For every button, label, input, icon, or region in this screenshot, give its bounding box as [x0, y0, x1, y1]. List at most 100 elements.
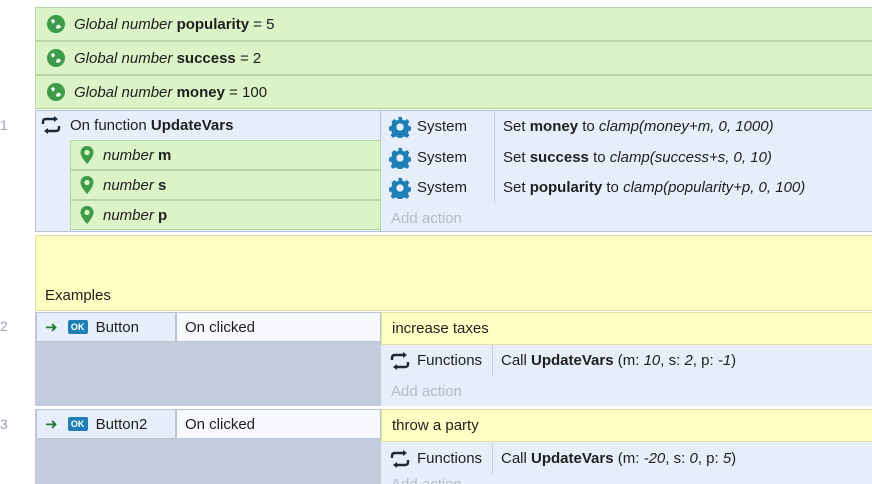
global-variable-prefix: Global number — [74, 49, 173, 67]
param-value: 5 — [722, 450, 732, 467]
global-variable-money[interactable]: Global number money = 100 — [35, 75, 872, 109]
action-object-name: Functions — [417, 450, 483, 467]
location-pin-icon — [80, 176, 94, 194]
add-action-label: Add action — [391, 210, 462, 227]
action-object: System — [381, 142, 495, 173]
globe-icon — [47, 15, 65, 33]
event-comment[interactable]: throw a party — [381, 409, 872, 442]
parameter-name: p — [158, 206, 168, 224]
add-action-link[interactable]: Add action — [381, 376, 872, 407]
gear-icon — [389, 147, 411, 169]
function-keyword: On function — [70, 116, 147, 134]
globe-icon — [47, 83, 65, 101]
global-variable-prefix: Global number — [74, 15, 173, 33]
called-function-name: UpdateVars — [531, 352, 614, 369]
function-parameter-p[interactable]: number p — [70, 200, 381, 230]
action-object-name: System — [417, 149, 468, 166]
event-comment[interactable]: increase taxes — [381, 312, 872, 345]
action-object-name: Functions — [417, 352, 483, 369]
global-variable-value: = 100 — [229, 83, 268, 101]
global-variable-success[interactable]: Global number success = 2 — [35, 41, 872, 75]
param-label: , s: — [660, 352, 681, 369]
action-verb: Set — [503, 149, 526, 166]
action-to: to — [593, 149, 606, 166]
event-comment-text: increase taxes — [392, 320, 489, 337]
arrow-right-icon: ➜ — [45, 319, 58, 336]
function-parameter-m[interactable]: number m — [70, 140, 381, 170]
function-name: UpdateVars — [150, 116, 234, 134]
action-variable: popularity — [529, 179, 603, 196]
action-text: Call UpdateVars (m: -20, s: 0, p: 5) — [493, 450, 736, 467]
action-object-name: System — [417, 118, 468, 135]
event-trigger[interactable]: On clicked — [176, 409, 381, 439]
global-variable-prefix: Global number — [74, 83, 173, 101]
line-number: 2 — [0, 318, 8, 334]
action-text: Set success to clamp(success+s, 0, 10) — [495, 149, 772, 166]
loop-arrows-icon — [41, 116, 61, 134]
action-row[interactable]: System Set money to clamp(money+m, 0, 10… — [381, 111, 872, 142]
action-expression: clamp(success+s, 0, 10) — [609, 149, 772, 166]
action-verb: Set — [503, 118, 526, 135]
add-action-label: Add action — [391, 475, 462, 484]
line-number-gutter — [0, 0, 34, 484]
action-object-name: System — [417, 179, 468, 196]
global-variable-value: = 5 — [253, 15, 275, 33]
action-verb: Call — [501, 352, 527, 369]
event-trigger[interactable]: On clicked — [176, 312, 381, 342]
ok-button-icon: OK — [67, 417, 88, 431]
arrow-right-icon: ➜ — [45, 416, 58, 433]
globe-icon — [47, 49, 65, 67]
event-condition-object[interactable]: ➜ OK Button — [36, 312, 176, 342]
line-number: 3 — [0, 416, 8, 432]
comment-text: Examples — [45, 287, 111, 304]
global-variable-name: popularity — [176, 15, 250, 33]
line-number: 1 — [0, 117, 8, 133]
action-object: System — [381, 111, 495, 142]
global-variable-name: money — [176, 83, 225, 101]
action-text: Call UpdateVars (m: 10, s: 2, p: -1) — [493, 352, 736, 369]
action-expression: clamp(popularity+p, 0, 100) — [623, 179, 806, 196]
action-row[interactable]: Functions Call UpdateVars (m: 10, s: 2, … — [381, 345, 872, 376]
event-trigger-label: On clicked — [185, 415, 256, 433]
param-close: ) — [731, 352, 737, 369]
called-function-name: UpdateVars — [531, 450, 614, 467]
param-label: (m: — [617, 352, 640, 369]
ok-button-icon: OK — [67, 320, 88, 334]
action-verb: Set — [503, 179, 526, 196]
global-variable-popularity[interactable]: Global number popularity = 5 — [35, 7, 872, 41]
param-label: , p: — [692, 352, 714, 369]
param-label: , s: — [665, 450, 686, 467]
comment-block[interactable]: Examples — [35, 235, 872, 311]
event-object-name: Button — [95, 318, 139, 336]
add-action-link[interactable]: Add action — [381, 474, 872, 484]
action-verb: Call — [501, 450, 527, 467]
action-expression: clamp(money+m, 0, 1000) — [598, 118, 774, 135]
action-row[interactable]: Functions Call UpdateVars (m: -20, s: 0,… — [381, 443, 872, 474]
add-action-link[interactable]: Add action — [381, 203, 872, 234]
function-parameter-s[interactable]: number s — [70, 170, 381, 200]
param-value: 2 — [684, 352, 693, 369]
loop-arrows-icon — [390, 351, 410, 370]
location-pin-icon — [80, 146, 94, 164]
param-value: -20 — [643, 450, 666, 467]
function-header[interactable]: On function UpdateVars — [36, 111, 380, 139]
action-text: Set popularity to clamp(popularity+p, 0,… — [495, 179, 805, 196]
action-row[interactable]: System Set popularity to clamp(popularit… — [381, 172, 872, 203]
param-value: -1 — [717, 352, 732, 369]
parameter-type: number — [103, 176, 154, 194]
parameter-name: m — [158, 146, 172, 164]
action-row[interactable]: System Set success to clamp(success+s, 0… — [381, 142, 872, 173]
gear-icon — [389, 116, 411, 138]
event-object-name: Button2 — [95, 415, 148, 433]
action-text: Set money to clamp(money+m, 0, 1000) — [495, 118, 774, 135]
action-variable: money — [529, 118, 579, 135]
action-object: Functions — [381, 443, 493, 474]
parameter-type: number — [103, 206, 154, 224]
action-to: to — [606, 179, 619, 196]
event-comment-text: throw a party — [392, 417, 479, 434]
param-label: (m: — [617, 450, 640, 467]
parameter-type: number — [103, 146, 154, 164]
param-label: , p: — [697, 450, 719, 467]
action-variable: success — [529, 149, 589, 166]
event-condition-object[interactable]: ➜ OK Button2 — [36, 409, 176, 439]
